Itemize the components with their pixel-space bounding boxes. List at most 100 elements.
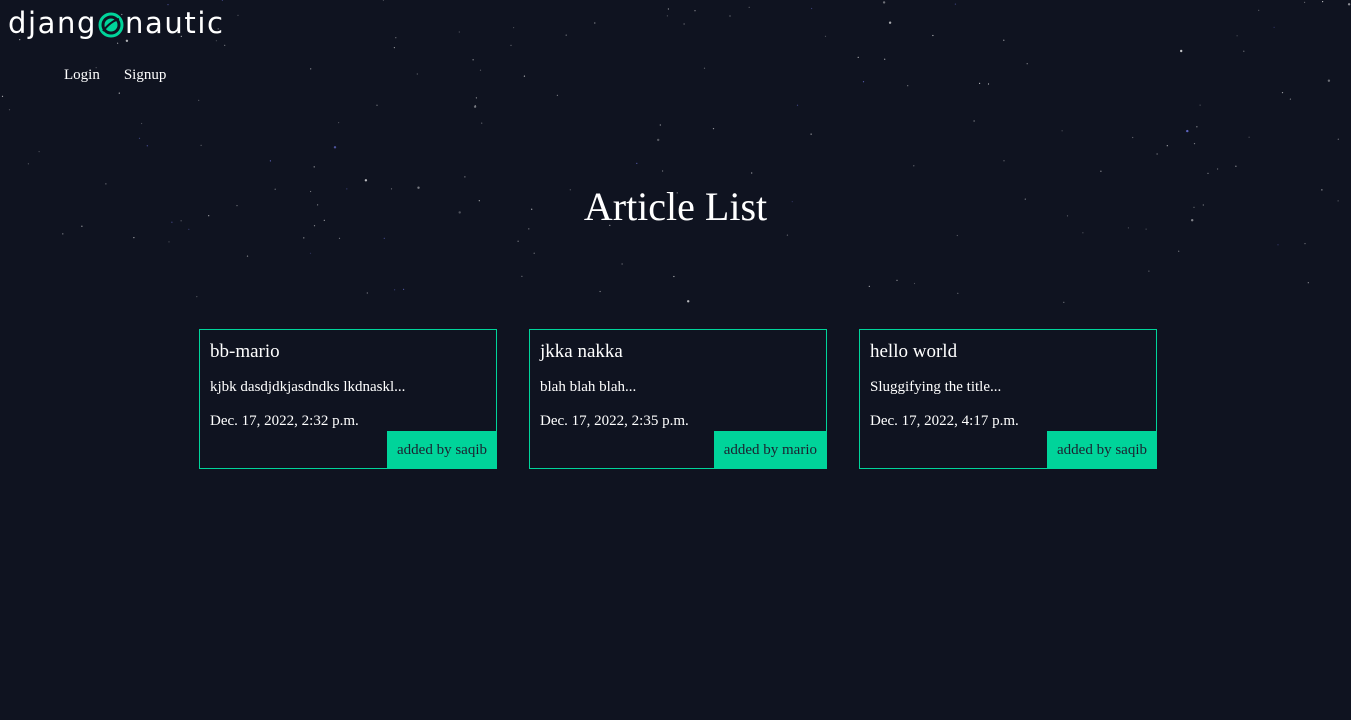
star-dot: [366, 292, 368, 294]
star-dot: [659, 124, 661, 126]
star-dot: [237, 14, 239, 16]
star-dot: [687, 300, 690, 303]
star-dot: [913, 165, 915, 167]
star-dot: [811, 7, 813, 10]
star-dot: [751, 172, 753, 174]
star-dot: [1327, 79, 1331, 82]
star-dot: [667, 8, 670, 10]
star-dot: [333, 146, 337, 149]
star-dot: [868, 285, 870, 287]
star-dot: [1243, 50, 1245, 52]
login-link[interactable]: Login: [64, 67, 100, 84]
star-dot: [957, 292, 959, 294]
star-dot: [513, 27, 515, 29]
star-dot: [138, 137, 141, 139]
article-card[interactable]: hello world Sluggifying the title... Dec…: [859, 329, 1157, 469]
star-dot: [888, 21, 892, 24]
star-dot: [703, 67, 706, 69]
star-dot: [338, 122, 340, 124]
star-dot: [269, 160, 271, 162]
article-date: Dec. 17, 2022, 2:32 p.m.: [210, 413, 359, 429]
star-dot: [117, 42, 119, 44]
star-dot: [673, 275, 675, 278]
star-dot: [987, 83, 990, 85]
star-dot: [824, 35, 827, 37]
star-dot: [599, 290, 601, 293]
star-dot: [565, 34, 567, 36]
star-dot: [810, 133, 812, 135]
article-title[interactable]: jkka nakka: [540, 341, 623, 363]
author-badge: added by mario: [713, 431, 827, 469]
star-dot: [683, 23, 685, 25]
star-dot: [27, 163, 29, 165]
star-dot: [1026, 63, 1028, 65]
star-dot: [1337, 138, 1339, 140]
star-dot: [954, 3, 957, 5]
star-dot: [973, 120, 975, 122]
page-title: Article List: [583, 184, 768, 229]
star-dot: [1289, 98, 1291, 100]
star-dot: [221, 0, 223, 1]
star-dot: [8, 109, 11, 111]
article-card[interactable]: bb-mario kjbk dasdjdkjasdndks lkdnaskl..…: [199, 329, 497, 469]
star-dot: [1063, 301, 1065, 303]
star-dot: [748, 6, 750, 8]
star-dot: [1061, 130, 1063, 132]
author-badge: added by saqib: [387, 431, 497, 469]
star-dot: [475, 97, 477, 99]
site-logo[interactable]: djang nautic: [8, 5, 225, 41]
star-dot: [168, 241, 170, 243]
star-dot: [246, 255, 249, 257]
star-dot: [133, 237, 135, 239]
star-dot: [1235, 165, 1237, 167]
star-dot: [458, 31, 460, 33]
star-dot: [1082, 232, 1084, 234]
star-dot: [310, 68, 312, 70]
article-title[interactable]: bb-mario: [210, 341, 280, 363]
star-dot: [1347, 3, 1351, 6]
star-dot: [1281, 92, 1284, 94]
star-dot: [594, 22, 596, 24]
star-dot: [1180, 49, 1183, 53]
signup-link[interactable]: Signup: [124, 67, 167, 84]
star-dot: [416, 73, 418, 75]
star-dot: [1, 95, 4, 97]
star-dot: [313, 166, 315, 168]
star-dot: [1100, 170, 1102, 172]
article-date: Dec. 17, 2022, 2:35 p.m.: [540, 413, 689, 429]
star-dot: [481, 122, 483, 124]
star-dot: [309, 252, 312, 254]
star-dot: [621, 263, 623, 265]
star-dot: [1156, 153, 1158, 155]
article-title[interactable]: hello world: [870, 341, 957, 363]
star-dot: [1166, 145, 1168, 147]
star-dot: [636, 162, 638, 164]
star-dot: [662, 170, 664, 172]
star-dot: [1132, 136, 1134, 139]
star-dot: [907, 85, 909, 87]
star-dot: [200, 144, 202, 146]
star-dot: [1273, 26, 1275, 28]
star-dot: [1196, 126, 1198, 128]
star-dot: [364, 179, 368, 182]
star-dot: [395, 37, 397, 39]
star-dot: [979, 82, 981, 84]
article-card[interactable]: jkka nakka blah blah blah... Dec. 17, 20…: [529, 329, 827, 469]
article-snippet: blah blah blah...: [540, 379, 637, 395]
star-dot: [666, 15, 669, 17]
star-dot: [393, 47, 395, 49]
star-dot: [884, 58, 886, 60]
star-dot: [146, 145, 148, 147]
article-date: Dec. 17, 2022, 4:17 p.m.: [870, 413, 1019, 429]
star-dot: [657, 138, 660, 142]
star-dot: [118, 92, 120, 94]
star-dot: [474, 105, 476, 107]
star-dot: [224, 44, 226, 46]
star-dot: [913, 282, 916, 285]
star-dot: [394, 289, 396, 291]
star-dot: [510, 44, 512, 47]
star-dot: [796, 104, 799, 106]
star-dot: [896, 279, 898, 281]
starfield-background: [1, 0, 1351, 303]
star-dot: [862, 81, 865, 83]
